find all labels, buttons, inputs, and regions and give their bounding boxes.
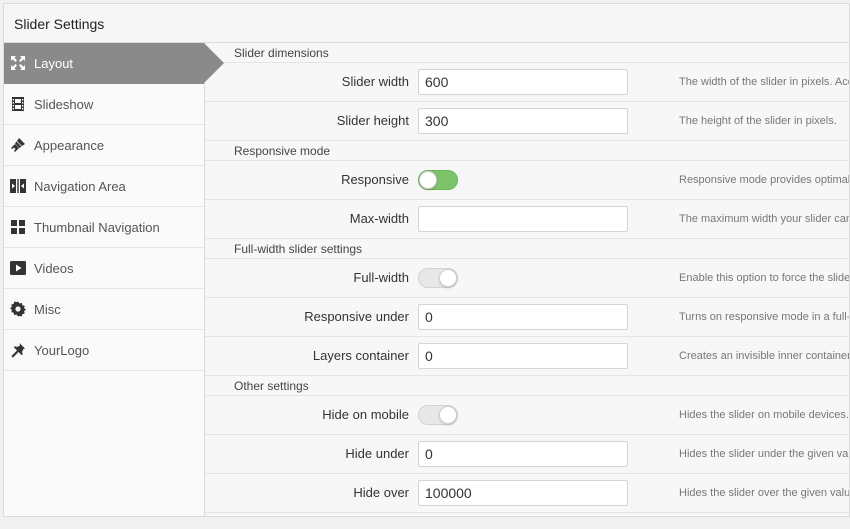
setting-help: Hides the slider under the given valu	[679, 448, 850, 460]
sidebar-item-misc[interactable]: Misc	[4, 289, 204, 330]
setting-label: Hide over	[353, 485, 409, 500]
setting-row-hide-over: Hide over Hides the slider over the give…	[205, 474, 850, 513]
panel-title: Slider Settings	[4, 4, 849, 43]
setting-help: The width of the slider in pixels. Acc	[679, 76, 850, 88]
pin-icon	[10, 342, 26, 358]
sidebar-item-label: Misc	[34, 301, 61, 317]
gear-icon	[10, 301, 26, 317]
hide-over-input[interactable]	[418, 480, 628, 506]
max-width-input[interactable]	[418, 206, 628, 232]
setting-row-responsive-under: Responsive under Turns on responsive mod…	[205, 298, 850, 337]
film-icon	[10, 96, 26, 112]
setting-help: Enable this option to force the slider	[679, 272, 850, 284]
setting-help: Hides the slider on mobile devices.	[679, 409, 849, 421]
settings-content: Slider dimensions Slider width The width…	[205, 43, 850, 516]
section-title-fullwidth: Full-width slider settings	[205, 239, 849, 259]
sidebar-item-navigation-area[interactable]: Navigation Area	[4, 166, 204, 207]
slider-settings-panel: Slider Settings Layout Slideshow Appeara…	[3, 3, 850, 517]
brush-icon	[10, 137, 26, 153]
sidebar-item-thumbnail-navigation[interactable]: Thumbnail Navigation	[4, 207, 204, 248]
layers-container-input[interactable]	[418, 343, 628, 369]
toggle-knob	[439, 406, 457, 424]
responsive-under-input[interactable]	[418, 304, 628, 330]
full-width-toggle[interactable]	[418, 268, 458, 288]
setting-help: Creates an invisible inner container	[679, 350, 850, 362]
slider-height-input[interactable]	[418, 108, 628, 134]
setting-row-full-width: Full-width Enable this option to force t…	[205, 259, 850, 298]
hide-on-mobile-toggle[interactable]	[418, 405, 458, 425]
setting-row-hide-under: Hide under Hides the slider under the gi…	[205, 435, 850, 474]
setting-label: Max-width	[349, 211, 409, 226]
setting-label: Hide on mobile	[322, 407, 409, 422]
section-title-dimensions: Slider dimensions	[205, 43, 849, 63]
setting-row-hide-on-mobile: Hide on mobile Hides the slider on mobil…	[205, 396, 849, 435]
slider-width-input[interactable]	[418, 69, 628, 95]
play-icon	[10, 260, 26, 276]
setting-label: Responsive under	[304, 309, 409, 324]
setting-help: The maximum width your slider can	[679, 213, 850, 225]
sidebar-item-layout[interactable]: Layout	[4, 43, 224, 84]
setting-help: Hides the slider over the given valu	[679, 487, 850, 499]
sidebar-item-label: Videos	[34, 260, 74, 276]
navigation-icon	[10, 178, 26, 194]
section-title-responsive: Responsive mode	[205, 141, 849, 161]
grid-icon	[10, 219, 26, 235]
setting-help: Turns on responsive mode in a full-v	[679, 311, 850, 323]
sidebar-item-videos[interactable]: Videos	[4, 248, 204, 289]
responsive-toggle[interactable]	[418, 170, 458, 190]
setting-row-max-width: Max-width The maximum width your slider …	[205, 200, 850, 239]
panel-body: Layout Slideshow Appearance Navigation A…	[4, 43, 850, 516]
setting-row-responsive: Responsive Responsive mode provides opti…	[205, 161, 850, 200]
expand-icon	[10, 55, 26, 71]
sidebar-item-label: Layout	[34, 55, 74, 71]
sidebar-item-slideshow[interactable]: Slideshow	[4, 84, 204, 125]
setting-label: Layers container	[312, 348, 409, 363]
sidebar-item-label: YourLogo	[34, 342, 90, 358]
settings-sidebar: Layout Slideshow Appearance Navigation A…	[4, 43, 224, 516]
setting-row-layers-container: Layers container Creates an invisible in…	[205, 337, 850, 376]
setting-help: Responsive mode provides optimal v	[679, 174, 850, 186]
section-title-other: Other settings	[205, 376, 849, 396]
setting-label: Hide under	[345, 446, 409, 461]
setting-label: Responsive	[341, 172, 409, 187]
hide-under-input[interactable]	[418, 441, 628, 467]
sidebar-item-label: Navigation Area	[34, 178, 126, 194]
toggle-knob	[439, 269, 457, 287]
sidebar-item-label: Thumbnail Navigation	[34, 219, 160, 235]
sidebar-item-label: Appearance	[34, 137, 105, 153]
sidebar-item-appearance[interactable]: Appearance	[4, 125, 204, 166]
sidebar-item-label: Slideshow	[34, 96, 94, 112]
setting-label: Full-width	[353, 270, 409, 285]
setting-label: Slider height	[336, 113, 409, 128]
toggle-knob	[419, 171, 437, 189]
setting-label: Slider width	[341, 74, 409, 89]
setting-row-slider-height: Slider height The height of the slider i…	[205, 102, 849, 141]
setting-help: The height of the slider in pixels.	[679, 115, 837, 127]
setting-row-slider-width: Slider width The width of the slider in …	[205, 63, 850, 102]
sidebar-item-yourlogo[interactable]: YourLogo	[4, 330, 204, 371]
